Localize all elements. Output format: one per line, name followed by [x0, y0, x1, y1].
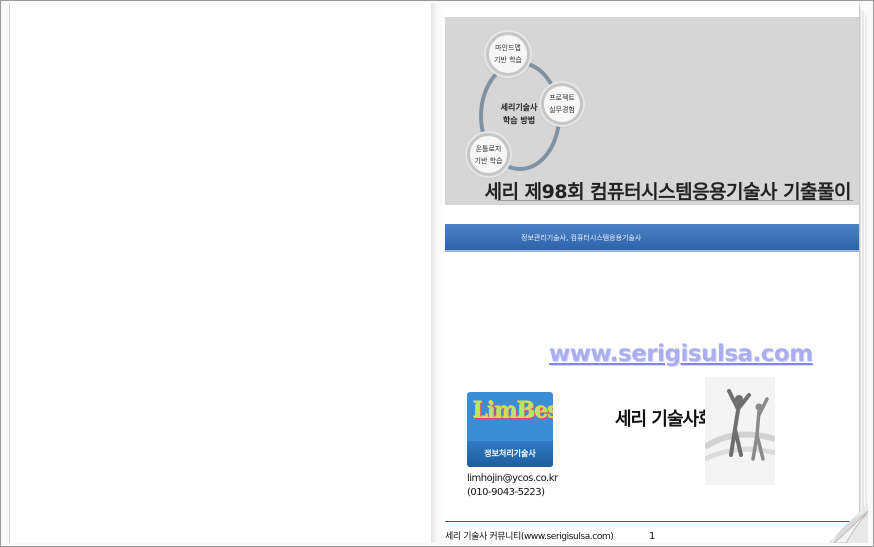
title-underline	[497, 200, 853, 201]
logo-subtitle: 정보처리기술사	[467, 441, 553, 467]
contact-phone: (010-9043-5223)	[467, 487, 545, 498]
footer-divider	[445, 521, 853, 522]
diagram-node-mindmap: 마인드맵 기반 학습	[486, 32, 530, 76]
community-name: 세리 기술사회	[615, 409, 715, 430]
site-url-link[interactable]: www.serigisulsa.com	[549, 341, 813, 367]
diagram-center-label: 세리기술사 학습 방법	[500, 103, 538, 125]
subtitle-band-text: 정보관리기술사, 컴퓨터시스템응용기술사	[521, 234, 642, 242]
footer-text: 세리 기술사 커뮤니티(www.serigisulsa.com)	[445, 532, 614, 542]
page-curl-icon[interactable]	[828, 503, 868, 543]
limbest-logo: LimBest 정보처리기술사	[467, 392, 553, 467]
celebration-silhouette-icon	[705, 377, 775, 485]
left-page-blank	[9, 3, 432, 543]
page-number: 1	[649, 531, 656, 542]
diagram-node-ontology: 온톨로지 기반 학습	[467, 133, 510, 176]
contact-email: limhojin@ycos.co.kr	[467, 473, 558, 484]
subtitle-band: 정보관리기술사, 컴퓨터시스템응용기술사	[445, 224, 859, 252]
page-stack-edges	[859, 7, 867, 539]
cover-page: 세리기술사 학습 방법 마인드맵 기반 학습 프로젝트 실무경험 온톨로지 기반…	[445, 3, 860, 543]
diagram-node-project: 프로젝트 실무경험	[541, 83, 583, 125]
logo-name: LimBest	[473, 398, 553, 424]
contact-info: limhojin@ycos.co.kr (010-9043-5223)	[467, 472, 558, 500]
book-spine	[431, 3, 445, 543]
